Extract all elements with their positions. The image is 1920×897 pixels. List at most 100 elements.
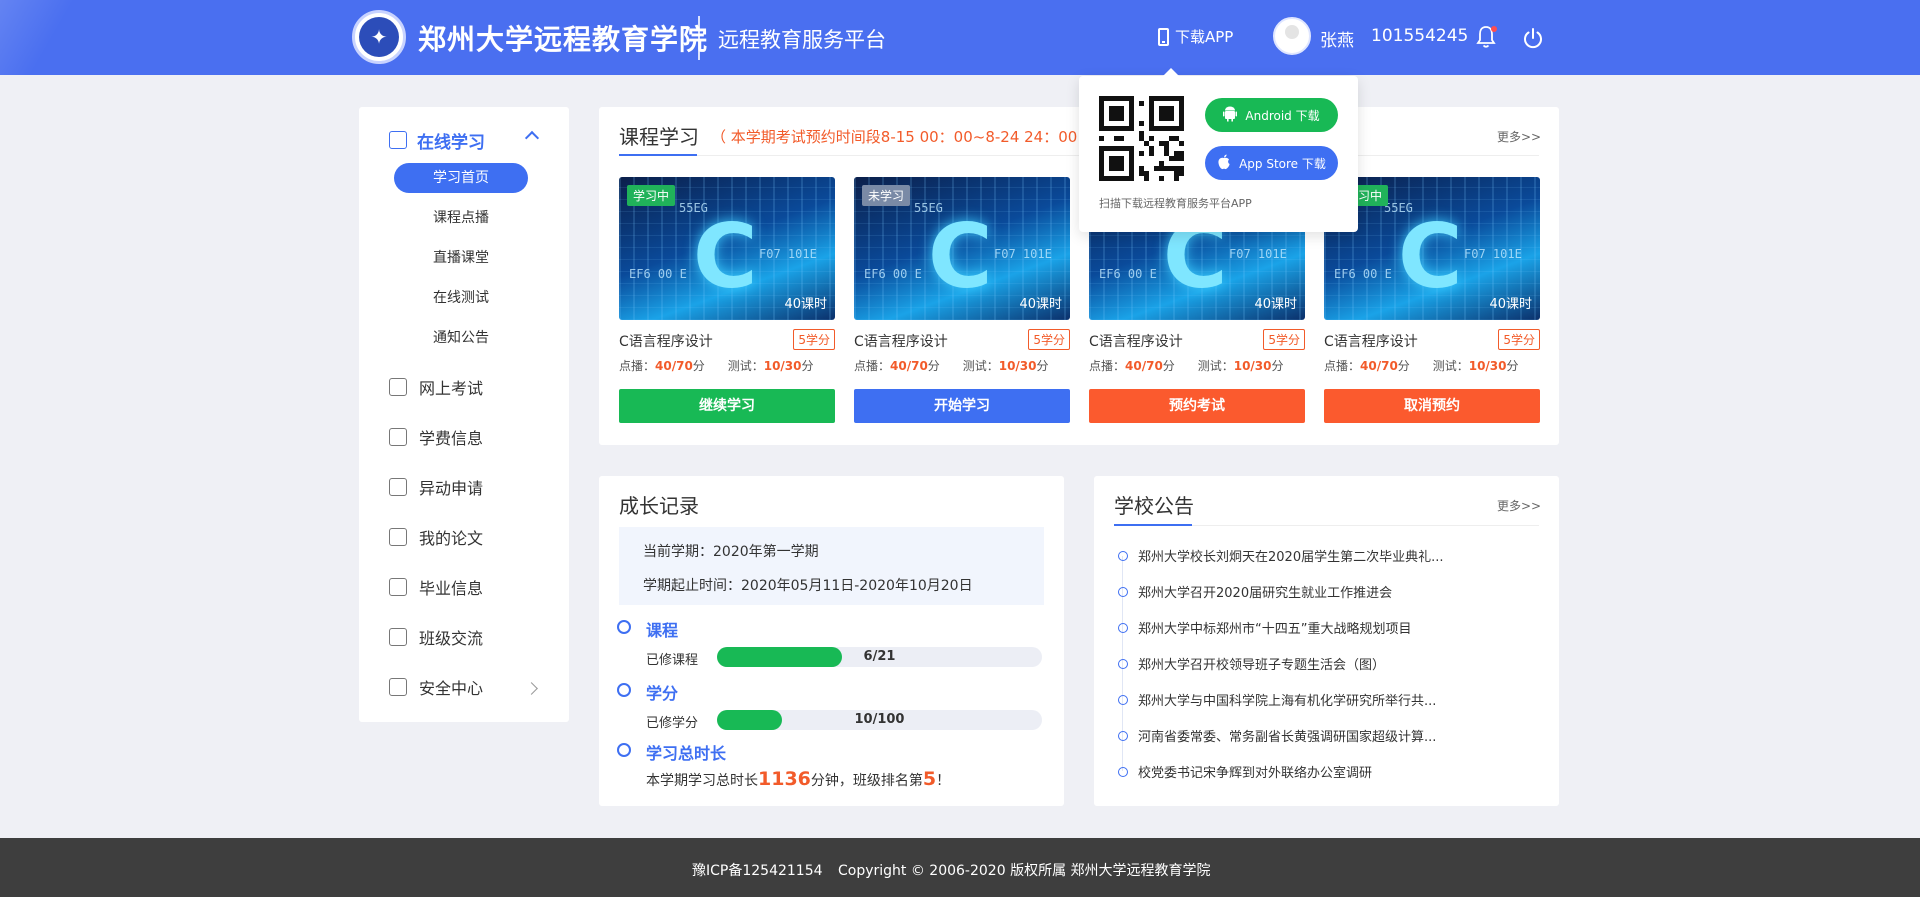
android-download-button[interactable]: Android 下载: [1205, 98, 1338, 132]
course-card: EF6 00 E F07 101E 55EG C 学习中 40课时 C语言程序设计 …: [619, 177, 835, 423]
qr-caption: 扫描下载远程教育服务平台APP: [1099, 197, 1252, 210]
footer: 豫ICP备125421154 Copyright © 2006-2020 版权所…: [0, 838, 1920, 897]
course-stats: 点播：40/70分 测试：10/30分: [1324, 359, 1519, 373]
chevron-right-icon[interactable]: [525, 682, 538, 695]
android-download-label: Android 下载: [1245, 108, 1320, 123]
course-thumbnail[interactable]: EF6 00 E F07 101E 55EG C 未学习 40课时: [854, 177, 1070, 320]
university-logo[interactable]: ✦: [352, 10, 406, 64]
notification-dot: [1491, 26, 1497, 32]
sidebar: 在线学习 学习首页 课程点播 直播课堂 在线测试 通知公告 网上考试 学费信息 …: [359, 107, 569, 722]
status-badge: 未学习: [862, 185, 911, 206]
chevron-up-icon[interactable]: [524, 130, 540, 146]
power-icon[interactable]: [1522, 27, 1544, 49]
c-language-icon: C: [928, 205, 993, 308]
course-more-link[interactable]: 更多>>: [1497, 128, 1541, 145]
course-progress-text: 6/21: [863, 649, 896, 664]
study-time-title: 学习总时长: [646, 744, 727, 763]
sidebar-item-label: 异动申请: [419, 479, 484, 498]
list-item[interactable]: 郑州大学与中国科学院上海有机化学研究所举行共...: [1118, 690, 1436, 709]
sidebar-item-class-chat[interactable]: 班级交流: [389, 625, 483, 649]
bullet-circle-icon: [1118, 694, 1128, 705]
sidebar-subitem-vod[interactable]: 课程点播: [394, 203, 528, 233]
list-item[interactable]: 郑州大学召开2020届研究生就业工作推进会: [1118, 582, 1392, 601]
bullet-circle-icon: [1118, 550, 1128, 561]
status-badge: 学习中: [627, 185, 676, 206]
list-item[interactable]: 郑州大学中标郑州市“十四五”重大战略规划项目: [1118, 618, 1411, 637]
avatar[interactable]: [1273, 17, 1311, 55]
credit-section-title: 学分: [646, 684, 679, 703]
list-item[interactable]: 郑州大学校长刘炯天在2020届学生第二次毕业典礼...: [1118, 546, 1443, 565]
course-name[interactable]: C语言程序设计: [1089, 331, 1183, 351]
sidebar-item-online-exam[interactable]: 网上考试: [389, 375, 483, 399]
start-learning-button[interactable]: 开始学习: [854, 389, 1070, 423]
bullet-circle-icon: [1118, 658, 1128, 669]
sidebar-section-label: 在线学习: [417, 132, 485, 153]
header-divider: [698, 16, 700, 60]
sidebar-item-label: 我的论文: [419, 529, 484, 548]
course-hours: 40课时: [784, 297, 827, 312]
course-section-title: 课程: [646, 621, 679, 640]
sidebar-item-change-request[interactable]: 异动申请: [389, 475, 483, 499]
sidebar-item-thesis[interactable]: 我的论文: [389, 525, 483, 549]
book-icon: [389, 131, 407, 149]
sidebar-item-label: 安全中心: [419, 679, 484, 698]
course-panel-title: 课程学习: [619, 125, 699, 149]
logo-emblem-icon: ✦: [359, 17, 399, 57]
user-name[interactable]: 张燕: [1320, 26, 1354, 51]
sidebar-subitem-test[interactable]: 在线测试: [394, 283, 528, 313]
title-underline: [1114, 524, 1192, 526]
exam-notice: （ 本学期考试预约时间段8-15 00：00~8-24 24：00 ）: [711, 128, 1098, 146]
course-hours: 40课时: [1019, 297, 1062, 312]
sidebar-item-tuition[interactable]: 学费信息: [389, 425, 483, 449]
list-item[interactable]: 校党委书记宋争辉到对外联络办公室调研: [1118, 762, 1372, 781]
credit-badge: 5学分: [1263, 329, 1305, 350]
course-name[interactable]: C语言程序设计: [619, 331, 713, 351]
cancel-booking-button[interactable]: 取消预约: [1324, 389, 1540, 423]
sidebar-item-graduation[interactable]: 毕业信息: [389, 575, 483, 599]
sidebar-subitem-home[interactable]: 学习首页: [394, 163, 528, 193]
term-info-box: 当前学期：2020年第一学期 学期起止时间：2020年05月11日-2020年1…: [619, 527, 1044, 605]
brand-title[interactable]: 郑州大学远程教育学院: [418, 18, 708, 58]
sidebar-item-label: 学费信息: [419, 429, 484, 448]
bullet-circle-icon: [1118, 766, 1128, 777]
growth-title: 成长记录: [619, 494, 699, 518]
platform-title: 远程教育服务平台: [718, 28, 886, 52]
download-app-button[interactable]: 下载APP: [1158, 26, 1233, 47]
bell-icon[interactable]: [1476, 25, 1497, 49]
book-exam-button[interactable]: 预约考试: [1089, 389, 1305, 423]
sidebar-section-online-learning[interactable]: 在线学习: [389, 127, 485, 153]
download-app-popup: Android 下载 App Store 下载 扫描下载远程教育服务平台APP: [1079, 68, 1358, 232]
sidebar-subitem-notice[interactable]: 通知公告: [394, 323, 528, 353]
course-hours: 40课时: [1254, 297, 1297, 312]
icp-record-link[interactable]: 豫ICP备125421154: [692, 860, 823, 880]
appstore-download-button[interactable]: App Store 下载: [1205, 146, 1338, 180]
list-item[interactable]: 河南省委常委、常务副省长黄强调研国家超级计算...: [1118, 726, 1436, 745]
course-thumbnail[interactable]: EF6 00 E F07 101E 55EG C 学习中 40课时: [619, 177, 835, 320]
title-underline: [619, 154, 697, 156]
apple-icon: [1217, 154, 1231, 173]
exam-icon: [389, 378, 407, 396]
credit-progress-text: 10/100: [854, 712, 905, 727]
course-hours: 40课时: [1489, 297, 1532, 312]
copyright-text: Copyright © 2006-2020 版权所属 郑州大学远程教育学院: [838, 863, 1211, 879]
thesis-icon: [389, 528, 407, 546]
top-header: ✦ 郑州大学远程教育学院 远程教育服务平台 下载APP 张燕 101554245: [0, 0, 1920, 75]
sidebar-item-label: 班级交流: [419, 629, 484, 648]
announcement-title: 学校公告: [1114, 494, 1194, 518]
sidebar-item-security[interactable]: 安全中心: [389, 675, 483, 699]
term-period: 学期起止时间：2020年05月11日-2020年10月20日: [643, 578, 973, 594]
change-request-icon: [389, 478, 407, 496]
list-item[interactable]: 郑州大学召开校领导班子专题生活会（图）: [1118, 654, 1385, 673]
course-name[interactable]: C语言程序设计: [854, 331, 948, 351]
timeline-ring: [617, 620, 631, 634]
continue-learning-button[interactable]: 继续学习: [619, 389, 835, 423]
phone-icon: [1158, 27, 1169, 46]
sidebar-subitem-live[interactable]: 直播课堂: [394, 243, 528, 273]
c-language-icon: C: [693, 205, 758, 308]
timeline-ring: [617, 743, 631, 757]
announcement-more-link[interactable]: 更多>>: [1497, 497, 1541, 514]
download-app-label: 下载APP: [1175, 28, 1234, 46]
header-decoration: [0, 0, 80, 75]
sidebar-item-label: 毕业信息: [419, 579, 484, 598]
course-name[interactable]: C语言程序设计: [1324, 331, 1418, 351]
